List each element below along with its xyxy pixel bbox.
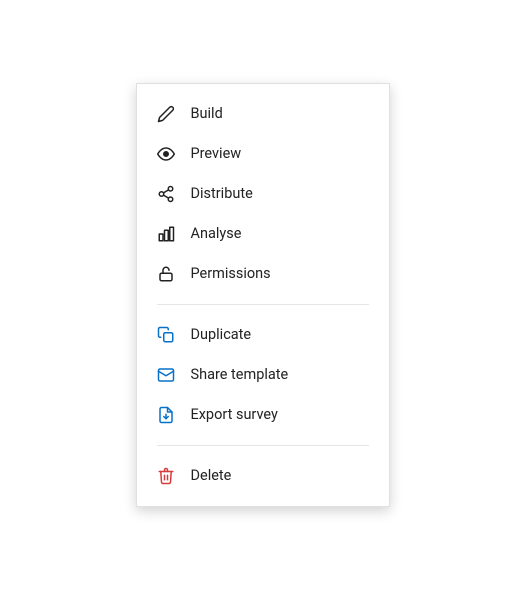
menu-item-preview[interactable]: Preview <box>137 134 389 174</box>
menu-item-export-survey[interactable]: Export survey <box>137 395 389 435</box>
menu-item-delete[interactable]: Delete <box>137 456 389 496</box>
menu-item-label: Preview <box>191 145 242 162</box>
menu-item-permissions[interactable]: Permissions <box>137 254 389 294</box>
share-icon <box>157 185 175 203</box>
menu-item-label: Share template <box>191 366 289 383</box>
bar-chart-icon <box>157 225 175 243</box>
menu-item-distribute[interactable]: Distribute <box>137 174 389 214</box>
trash-icon <box>157 467 175 485</box>
menu-item-analyse[interactable]: Analyse <box>137 214 389 254</box>
eye-icon <box>157 145 175 163</box>
pencil-icon <box>157 105 175 123</box>
menu-item-label: Duplicate <box>191 326 252 343</box>
lock-icon <box>157 265 175 283</box>
menu-divider <box>157 304 369 305</box>
menu-item-share-template[interactable]: Share template <box>137 355 389 395</box>
envelope-icon <box>157 366 175 384</box>
menu-item-build[interactable]: Build <box>137 94 389 134</box>
menu-item-label: Build <box>191 105 223 122</box>
context-menu: Build Preview Distribute <box>136 83 390 507</box>
menu-item-duplicate[interactable]: Duplicate <box>137 315 389 355</box>
menu-item-label: Delete <box>191 467 232 484</box>
menu-divider <box>157 445 369 446</box>
download-file-icon <box>157 406 175 424</box>
menu-item-label: Analyse <box>191 225 242 242</box>
menu-item-label: Permissions <box>191 265 271 282</box>
menu-item-label: Export survey <box>191 406 278 423</box>
copy-icon <box>157 326 175 344</box>
menu-item-label: Distribute <box>191 185 253 202</box>
